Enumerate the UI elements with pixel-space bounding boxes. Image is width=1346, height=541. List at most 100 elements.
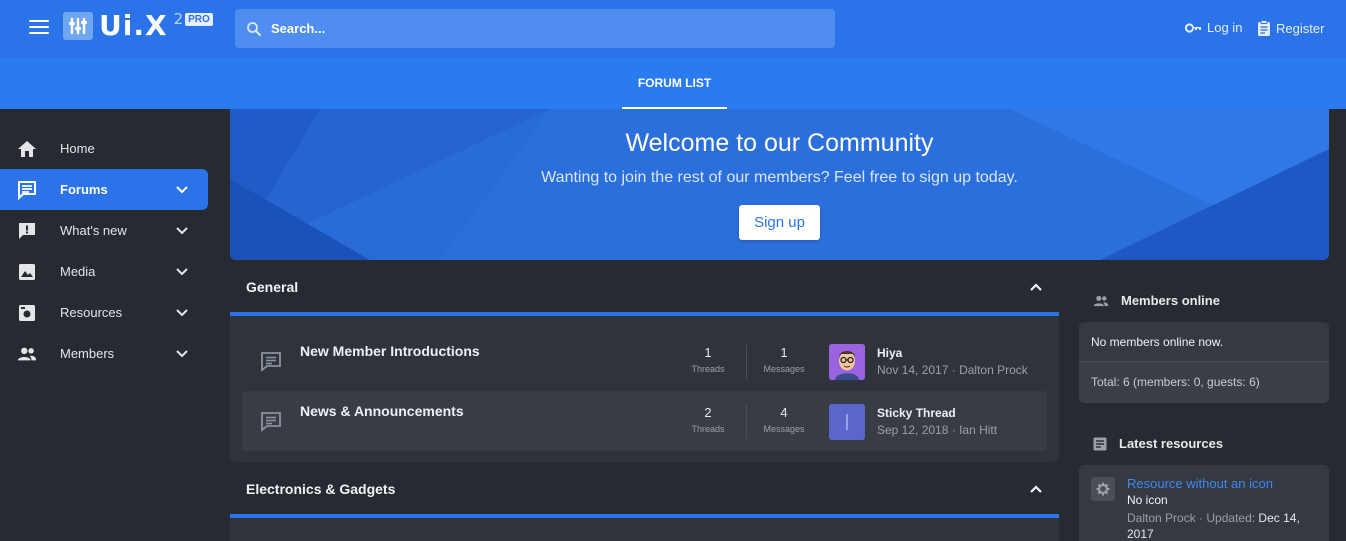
chevron-down-icon[interactable] [176,185,188,194]
sidebar-item-label: Home [60,141,95,156]
clipboard-icon [1258,20,1270,36]
logo-pro-badge: PRO [185,13,213,26]
widget-title[interactable]: Members online [1121,293,1220,308]
chevron-down-icon[interactable] [176,349,188,358]
members-online-header: Members online [1093,293,1220,308]
sidebar-item-label: Members [60,346,115,361]
resource-meta: Dalton Prock · Updated: Dec 14, 2017 [1127,511,1300,541]
login-label: Log in [1207,20,1243,35]
resource-author-link[interactable]: Dalton Prock [1127,511,1196,525]
login-link[interactable]: Log in [1185,20,1242,35]
category-header: General [230,261,1059,316]
last-post-date: Sep 12, 2018 [877,423,949,437]
tab-forum-list[interactable]: FORUM LIST [622,58,727,109]
threads-label: Threads [691,364,725,374]
messages-label: Messages [763,424,805,434]
sidebar-item-members[interactable]: Members [0,333,208,374]
forum-title-link[interactable]: News & Announcements [300,403,464,419]
category-title[interactable]: General [246,279,298,295]
sidebar-item-label: Media [60,264,96,279]
home-icon [17,139,37,159]
register-label: Register [1276,20,1325,36]
resource-title-link[interactable]: Resource without an icon [1127,476,1273,491]
sidebar-item-label: Forums [60,182,108,197]
messages-label: Messages [763,364,805,374]
key-icon [1185,22,1201,33]
last-post-user-link[interactable]: Ian Hitt [959,423,997,437]
threads-count: 2 [704,405,712,420]
sidebar-item-label: What's new [60,223,127,238]
sidebar-item-home[interactable]: Home [0,128,208,169]
register-link[interactable]: Register [1257,20,1324,36]
sidebar-item-media[interactable]: Media [0,251,208,292]
media-icon [17,262,37,282]
sidebar-item-whats-new[interactable]: What's new [0,210,208,251]
resources-icon [17,303,37,323]
search-bar[interactable] [235,9,835,48]
chevron-up-icon[interactable] [1029,282,1043,292]
members-online-card: No members online now. Total: 6 (members… [1079,322,1329,403]
sub-navigation: FORUM LIST [0,58,1346,109]
sidebar-item-forums[interactable]: Forums [0,169,208,210]
site-logo[interactable]: Ui.X 2 PRO [63,9,213,42]
top-bar: Ui.X 2 PRO Log in Register [0,0,1346,58]
resource-tagline: No icon [1127,493,1168,507]
messages-stat: 4 Messages [759,405,809,434]
avatar[interactable] [829,344,865,380]
sidebar-item-label: Resources [60,305,123,320]
threads-stat: 2 Threads [683,405,733,434]
sign-up-button[interactable]: Sign up [739,205,820,240]
sidebar: Home Forums What's new Media Resources M… [0,128,208,374]
last-post-date: Nov 14, 2017 [877,363,949,377]
sidebar-item-resources[interactable]: Resources [0,292,208,333]
forum-node: New Member Introductions 1 Threads 1 Mes… [242,331,1047,391]
widget-title[interactable]: Latest resources [1119,436,1223,451]
last-post-meta: Sep 12, 2018 · Ian Hitt [877,423,998,437]
banner-subtitle: Wanting to join the rest of our members?… [541,169,1018,186]
chevron-down-icon[interactable] [176,226,188,235]
forum-icon [261,352,281,372]
category-title[interactable]: Electronics & Gadgets [246,481,395,497]
latest-resources-header: Latest resources [1093,436,1223,451]
whats-new-icon [17,221,37,241]
forum-node: News & Announcements 2 Threads 4 Message… [242,391,1047,451]
threads-count: 1 [704,345,712,360]
category-header: Electronics & Gadgets [230,463,1059,518]
members-icon [17,344,37,364]
last-post-title-link[interactable]: Sticky Thread [877,406,956,420]
search-icon [247,21,261,36]
chevron-down-icon[interactable] [176,308,188,317]
category-general: General New Member Introductions 1 Threa… [230,261,1059,462]
messages-count: 1 [780,345,788,360]
stat-divider [746,405,747,439]
last-post-user-link[interactable]: Dalton Prock [959,363,1028,377]
search-input[interactable] [271,21,811,36]
stat-divider [746,345,747,379]
last-post-meta: Nov 14, 2017 · Dalton Prock [877,363,1028,377]
menu-icon[interactable] [29,20,49,36]
online-status: No members online now. [1079,322,1329,362]
logo-mark-icon [63,12,93,40]
category-electronics: Electronics & Gadgets [230,463,1059,541]
banner-title: Welcome to our Community [625,129,934,157]
forum-icon [261,412,281,432]
document-icon [1093,437,1107,450]
forums-icon [17,180,37,200]
logo-text: Ui.X [99,9,168,42]
logo-version: 2 [173,10,184,28]
welcome-banner: Welcome to our Community Wanting to join… [230,109,1329,260]
members-icon [1093,295,1109,306]
chevron-down-icon[interactable] [176,267,188,276]
messages-count: 4 [780,405,788,420]
online-total: Total: 6 (members: 0, guests: 6) [1079,362,1329,403]
threads-stat: 1 Threads [683,345,733,374]
gear-icon [1091,477,1115,501]
latest-resources-card: Resource without an icon No icon Dalton … [1079,465,1329,541]
chevron-up-icon[interactable] [1029,484,1043,494]
threads-label: Threads [691,424,725,434]
resource-updated-label: Updated: [1206,511,1256,525]
forum-title-link[interactable]: New Member Introductions [300,343,480,359]
messages-stat: 1 Messages [759,345,809,374]
avatar[interactable] [829,404,865,440]
last-post-title-link[interactable]: Hiya [877,346,902,360]
